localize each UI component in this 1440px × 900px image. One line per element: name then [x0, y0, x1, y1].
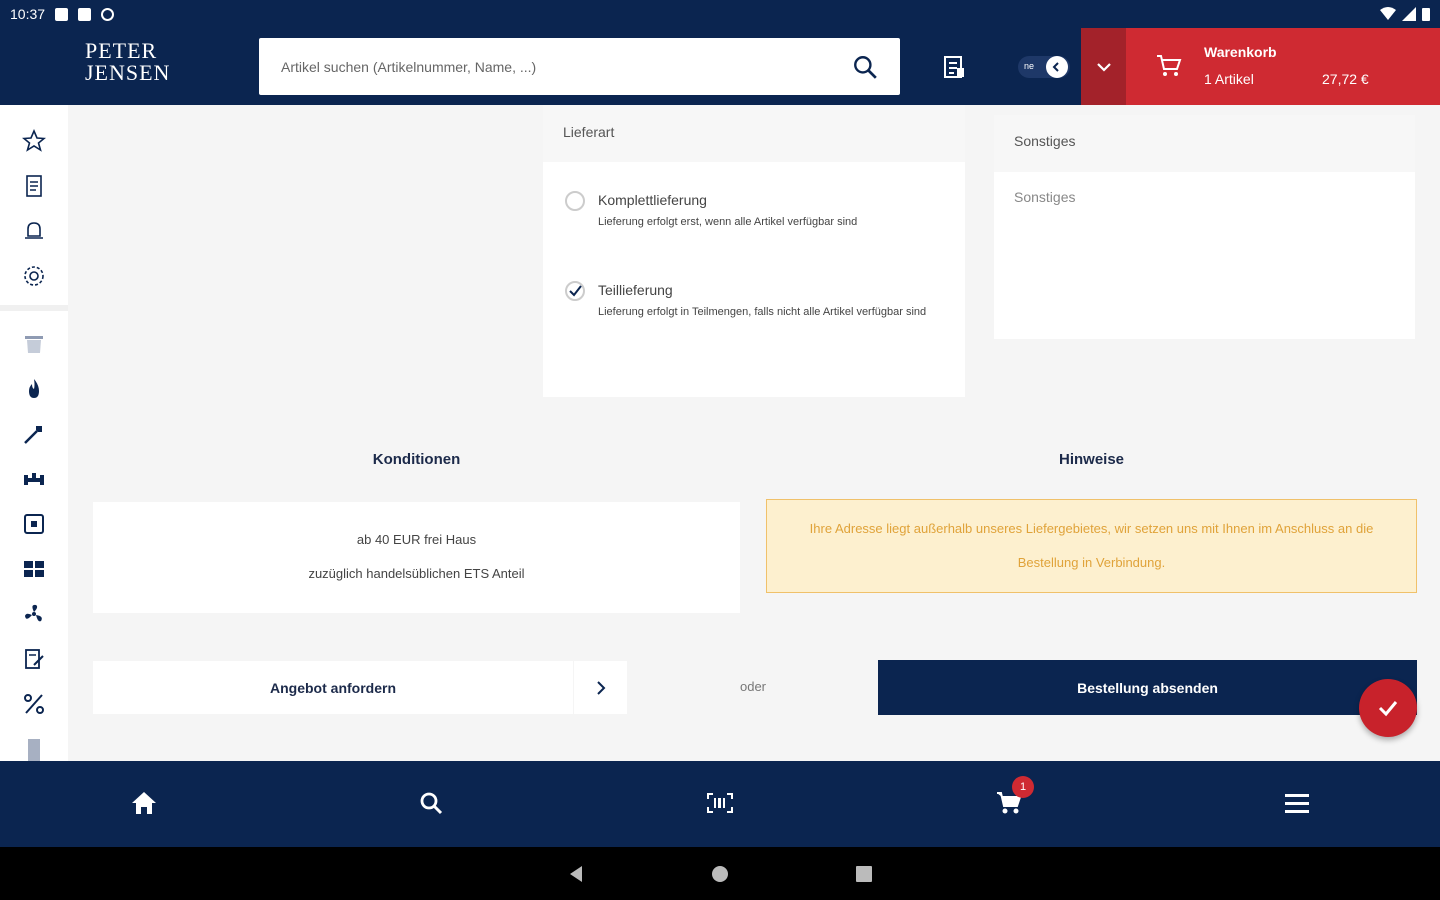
- document-icon: [26, 175, 42, 197]
- battery-icon: [1422, 8, 1430, 21]
- sidebar-item-category-forms[interactable]: [20, 645, 48, 673]
- cart-dropdown-button[interactable]: [1081, 28, 1126, 105]
- cart-icon: [1157, 55, 1182, 76]
- net-price-toggle[interactable]: ne: [1018, 56, 1070, 78]
- hamburger-menu-icon: [1285, 794, 1309, 813]
- app-header: PETER JENSEN ne Warenkorb 1 Artikel 27,7…: [0, 28, 1440, 105]
- status-bar: 10:37: [0, 0, 1440, 28]
- flame-icon: [29, 379, 39, 398]
- sidebar-item-category-electric[interactable]: [20, 510, 48, 538]
- search-input[interactable]: [281, 58, 852, 75]
- conditions-line-1: ab 40 EUR frei Haus: [356, 532, 477, 547]
- percent-icon: [24, 694, 44, 714]
- conditions-title: Konditionen: [372, 451, 461, 468]
- cart-title: Warenkorb: [1204, 44, 1277, 60]
- sd-card-icon: [78, 7, 92, 21]
- wrench-icon: [24, 426, 42, 444]
- bell-icon: [25, 222, 43, 239]
- toggle-knob-icon: [1046, 56, 1068, 78]
- peter-jensen-logo[interactable]: PETER JENSEN: [85, 40, 170, 84]
- system-navigation-bar: [0, 847, 1440, 900]
- radio-complete-delivery[interactable]: [565, 191, 585, 211]
- request-offer-button[interactable]: Angebot anfordern: [93, 661, 573, 714]
- sidebar-item-category-tiles[interactable]: [20, 555, 48, 583]
- edit-document-icon: [25, 649, 44, 669]
- conditions-line-2: zuzüglich handelsüblichen ETS Anteil: [308, 566, 525, 581]
- order-list-icon: [944, 55, 964, 78]
- nav-home-button[interactable]: [127, 786, 161, 820]
- barcode-scanner-icon: [707, 793, 733, 813]
- misc-card: Sonstiges Sonstiges: [994, 115, 1415, 339]
- sidebar-item-category-pipes[interactable]: [20, 465, 48, 493]
- cart-count-badge: 1: [1012, 776, 1034, 798]
- delivery-type-card: Lieferart Komplettlieferung Lieferung er…: [543, 105, 965, 397]
- nav-menu-button[interactable]: [1280, 786, 1314, 820]
- pipe-icon: [24, 473, 44, 485]
- chevron-right-icon: [596, 680, 605, 695]
- nav-search-button[interactable]: [414, 786, 448, 820]
- misc-header: Sonstiges: [994, 115, 1415, 172]
- hints-title: Hinweise: [1058, 451, 1125, 468]
- nav-scanner-button[interactable]: [703, 786, 737, 820]
- fan-icon: [25, 604, 42, 622]
- socket-icon: [24, 514, 44, 534]
- nav-cart-button[interactable]: 1: [992, 776, 1034, 820]
- sidebar-item-settings[interactable]: [20, 262, 48, 290]
- sidebar-item-favorites[interactable]: [20, 127, 48, 155]
- sidebar: [0, 105, 68, 761]
- sidebar-item-category-offers[interactable]: [20, 690, 48, 718]
- star-icon: [22, 129, 46, 152]
- misc-textarea[interactable]: Sonstiges: [1014, 189, 1075, 205]
- search-icon[interactable]: [852, 54, 878, 80]
- delivery-type-header: Lieferart: [543, 105, 965, 162]
- logo-line-2: JENSEN: [85, 60, 171, 85]
- toggle-label: ne: [1024, 61, 1035, 71]
- cart-total-price: 27,72 €: [1322, 71, 1369, 87]
- sidebar-item-category-heating[interactable]: [20, 375, 48, 403]
- home-circle-icon[interactable]: [709, 863, 731, 885]
- cart-item-count: 1 Artikel: [1204, 71, 1254, 87]
- back-icon[interactable]: [565, 863, 587, 885]
- sidebar-divider: [0, 305, 68, 311]
- chevron-down-icon: [1096, 62, 1111, 72]
- recents-icon[interactable]: [853, 863, 875, 885]
- gear-icon: [24, 266, 44, 286]
- check-icon: [1378, 701, 1398, 717]
- order-list-button[interactable]: [936, 28, 972, 105]
- signal-icon: [1402, 7, 1416, 21]
- sidebar-item-category-doors[interactable]: [20, 735, 48, 763]
- sidebar-item-category-ventilation[interactable]: [20, 600, 48, 628]
- sidebar-item-documents[interactable]: [20, 172, 48, 200]
- bucket-icon: [25, 336, 43, 353]
- request-offer-arrow-button[interactable]: [574, 661, 627, 714]
- confirm-fab-button[interactable]: [1359, 679, 1417, 737]
- option-partial-desc: Lieferung erfolgt in Teilmengen, falls n…: [598, 306, 927, 318]
- sync-icon: [101, 7, 115, 21]
- bottom-navigation: 1: [0, 761, 1440, 847]
- notification-icon: [55, 7, 69, 21]
- search-bar: [259, 38, 900, 95]
- search-icon: [420, 792, 443, 815]
- sidebar-item-category-1[interactable]: [20, 330, 48, 358]
- delivery-warning-box: Ihre Adresse liegt außerhalb unseres Lie…: [766, 499, 1417, 593]
- checkmark-icon: [569, 285, 582, 297]
- tiles-icon: [24, 561, 44, 577]
- sidebar-item-notifications[interactable]: [20, 217, 48, 245]
- sidebar-item-category-tools[interactable]: [20, 420, 48, 448]
- door-icon: [28, 739, 40, 761]
- cart-summary-button[interactable]: Warenkorb 1 Artikel 27,72 €: [1126, 28, 1440, 105]
- wifi-icon: [1380, 7, 1396, 20]
- submit-order-button[interactable]: Bestellung absenden: [878, 660, 1417, 715]
- radio-partial-delivery[interactable]: [565, 281, 585, 301]
- logo-line-1: PETER: [85, 38, 158, 63]
- option-complete-desc: Lieferung erfolgt erst, wenn alle Artike…: [598, 216, 858, 228]
- status-time: 10:37: [10, 6, 46, 22]
- conditions-card: ab 40 EUR frei Haus zuzüglich handelsübl…: [93, 502, 740, 613]
- or-label: oder: [739, 679, 767, 694]
- home-icon: [132, 792, 156, 814]
